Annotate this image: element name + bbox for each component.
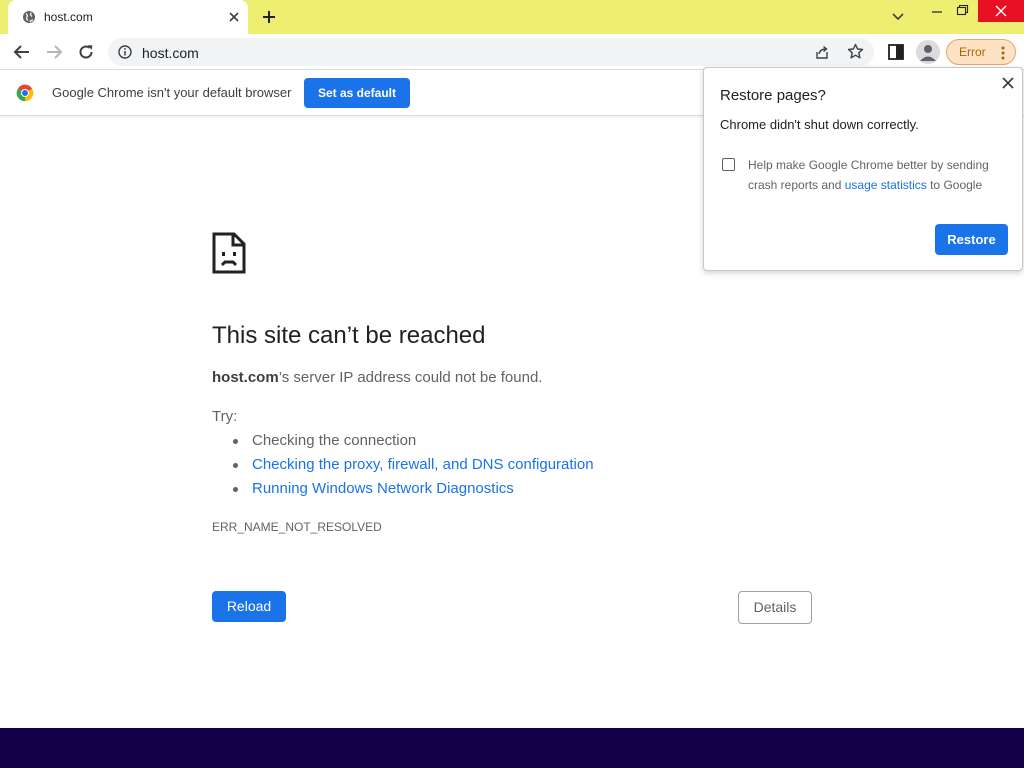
info-icon[interactable] [118,45,132,59]
error-chip-label: Error [959,45,986,59]
close-window-button[interactable] [978,0,1024,22]
globe-icon [23,11,35,23]
sad-page-icon [212,232,246,274]
share-icon[interactable] [814,44,830,60]
error-description-text: ’s server IP address could not be found. [278,369,543,386]
person-icon [920,45,936,61]
tab-strip: host.com [0,0,1024,34]
tab-close-icon[interactable] [226,9,242,25]
back-arrow-icon[interactable] [13,43,31,61]
taskbar [0,728,1024,768]
error-host: host.com [212,369,279,386]
new-tab-icon[interactable] [261,9,277,25]
error-code: ERR_NAME_NOT_RESOLVED [212,520,382,534]
close-icon [995,5,1007,17]
chevron-down-icon[interactable] [891,11,905,23]
suggestion-check-connection: Checking the connection [252,432,417,449]
tab-title: host.com [44,10,93,24]
url-text: host.com [142,45,199,61]
chrome-logo-icon [16,84,34,102]
checkbox-text-after: to Google [926,178,983,192]
toolbar: host.com Error [0,34,1024,70]
infobar-message: Google Chrome isn't your default browser [52,85,292,100]
dialog-message: Chrome didn't shut down correctly. [720,117,919,132]
error-description: host.com’s server IP address could not b… [212,369,542,386]
usage-statistics-link[interactable]: usage statistics [845,178,927,192]
set-as-default-button[interactable]: Set as default [304,78,410,108]
dialog-title: Restore pages? [720,87,826,104]
more-vert-icon [1001,46,1005,60]
suggestion-proxy-firewall-dns-link[interactable]: Checking the proxy, firewall, and DNS co… [252,456,594,473]
try-label: Try: [212,408,238,425]
crash-reports-label: Help make Google Chrome better by sendin… [748,155,1008,195]
profile-avatar[interactable] [916,40,940,64]
restore-window-icon[interactable] [954,3,970,17]
close-icon[interactable] [1001,76,1015,90]
restore-pages-dialog: Restore pages? Chrome didn't shut down c… [703,67,1023,271]
forward-arrow-icon[interactable] [45,43,63,61]
address-bar[interactable]: host.com [108,38,874,66]
suggestion-network-diagnostics-link[interactable]: Running Windows Network Diagnostics [252,480,514,497]
details-button[interactable]: Details [738,591,812,624]
restore-button[interactable]: Restore [935,224,1008,255]
side-panel-icon[interactable] [887,43,905,61]
tab-host-com[interactable]: host.com [8,0,248,34]
minimize-icon[interactable] [929,4,945,18]
reload-icon[interactable] [77,43,95,61]
error-menu-button[interactable]: Error [946,39,1016,65]
error-title: This site can’t be reached [212,322,486,349]
bookmark-star-icon[interactable] [847,43,864,60]
reload-button[interactable]: Reload [212,591,286,622]
crash-reports-checkbox[interactable] [722,158,735,171]
